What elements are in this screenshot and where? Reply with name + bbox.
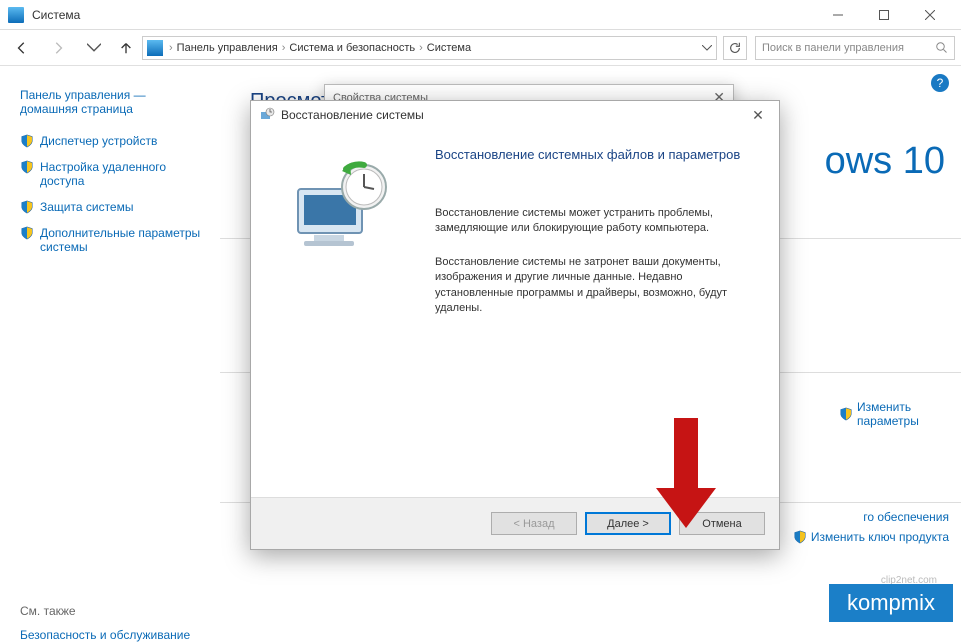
breadcrumb-item[interactable]: Система <box>423 42 475 54</box>
search-placeholder: Поиск в панели управления <box>762 42 904 54</box>
sidebar-item-label: Дополнительные параметры системы <box>40 226 206 254</box>
back-button[interactable] <box>6 34 38 62</box>
window-titlebar: Система <box>0 0 961 30</box>
sidebar-item-label: Настройка удаленного доступа <box>40 160 206 188</box>
shield-icon <box>793 530 807 544</box>
sidebar-item-label: Диспетчер устройств <box>40 134 157 148</box>
search-input[interactable]: Поиск в панели управления <box>755 36 955 60</box>
kompmix-watermark: kompmix <box>829 584 953 622</box>
sidebar-item-remote-settings[interactable]: Настройка удаленного доступа <box>20 160 206 188</box>
computer-clock-icon <box>292 159 402 259</box>
sidebar-item-label: Защита системы <box>40 200 133 214</box>
dialog-titlebar: Восстановление системы ✕ <box>251 101 779 129</box>
sidebar-home-link[interactable]: Панель управления — домашняя страница <box>20 88 206 116</box>
sidebar: Панель управления — домашняя страница Ди… <box>0 66 220 642</box>
dialog-p2: Восстановление системы не затронет ваши … <box>435 255 753 317</box>
minimize-button[interactable] <box>815 0 861 30</box>
cancel-button[interactable]: Отмена <box>679 512 765 535</box>
restore-icon <box>259 107 275 123</box>
sidebar-item-advanced-settings[interactable]: Дополнительные параметры системы <box>20 226 206 254</box>
see-also-item[interactable]: Безопасность и обслуживание <box>20 628 206 642</box>
change-key-link[interactable]: Изменить ключ продукта <box>793 530 949 544</box>
dialog-body: Восстановление системных файлов и параме… <box>251 129 779 497</box>
system-restore-dialog: Восстановление системы ✕ Восстановление … <box>250 100 780 550</box>
close-button[interactable]: ✕ <box>745 107 771 124</box>
dialog-p1: Восстановление системы может устранить п… <box>435 206 753 237</box>
shield-icon <box>20 134 34 148</box>
see-also-label: См. также <box>20 604 206 618</box>
dialog-title-text: Восстановление системы <box>281 108 745 122</box>
shield-icon <box>20 200 34 214</box>
back-button: < Назад <box>491 512 577 535</box>
dialog-footer: < Назад Далее > Отмена <box>251 497 779 549</box>
forward-button[interactable] <box>42 34 74 62</box>
address-bar[interactable]: › Панель управления › Система и безопасн… <box>142 36 717 60</box>
link-label: Изменить ключ продукта <box>811 530 949 544</box>
maximize-button[interactable] <box>861 0 907 30</box>
breadcrumb-item[interactable]: Панель управления <box>173 42 282 54</box>
location-icon <box>147 40 163 56</box>
link-label: Изменить параметры <box>857 400 937 428</box>
refresh-button[interactable] <box>723 36 747 60</box>
breadcrumb-item[interactable]: Система и безопасность <box>285 42 419 54</box>
shield-icon <box>20 160 34 174</box>
dialog-illustration <box>277 147 417 497</box>
software-link[interactable]: го обеспечения <box>863 510 949 524</box>
chevron-down-icon[interactable] <box>702 45 712 51</box>
dialog-text: Восстановление системных файлов и параме… <box>435 147 753 497</box>
toolbar: › Панель управления › Система и безопасн… <box>0 30 961 66</box>
change-settings-link[interactable]: Изменить параметры <box>839 400 937 428</box>
search-icon <box>936 42 948 54</box>
window-title: Система <box>32 8 815 22</box>
sidebar-item-device-manager[interactable]: Диспетчер устройств <box>20 134 206 148</box>
close-button[interactable] <box>907 0 953 30</box>
sidebar-item-system-protection[interactable]: Защита системы <box>20 200 206 214</box>
windows-10-label: ows 10 <box>825 140 945 183</box>
shield-icon <box>20 226 34 240</box>
app-icon <box>8 7 24 23</box>
window-controls <box>815 0 953 30</box>
up-button[interactable] <box>114 34 138 62</box>
next-button[interactable]: Далее > <box>585 512 671 535</box>
dialog-heading: Восстановление системных файлов и параме… <box>435 147 753 162</box>
recent-dropdown[interactable] <box>78 34 110 62</box>
shield-icon <box>839 407 853 421</box>
